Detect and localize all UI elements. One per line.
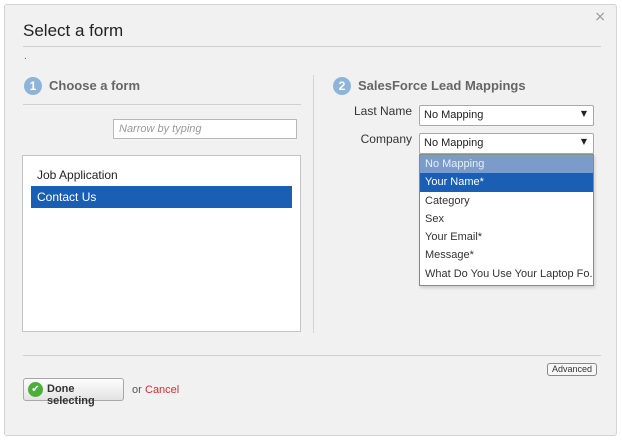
- mapping-label-company: Company: [360, 132, 412, 146]
- dropdown-option[interactable]: Your Email*: [420, 228, 593, 246]
- or-text: or: [132, 384, 142, 396]
- title-divider: [23, 46, 601, 47]
- form-list: Job Application Contact Us: [22, 155, 301, 332]
- step-2-badge: 2: [333, 77, 351, 95]
- dropdown-option-highlighted[interactable]: Your Name*: [420, 173, 593, 192]
- select-form-dialog: × Select a form . 1 Choose a form Narrow…: [4, 4, 617, 436]
- step-1-badge: 1: [24, 77, 42, 95]
- check-circle-icon: ✔: [28, 382, 43, 397]
- step-2-title: SalesForce Lead Mappings: [358, 78, 526, 93]
- footer-divider: [23, 355, 601, 356]
- form-item-contact-us[interactable]: Contact Us: [31, 186, 292, 208]
- dropdown-option[interactable]: Sex: [420, 210, 593, 228]
- vertical-divider: [313, 75, 314, 333]
- narrow-search-input[interactable]: Narrow by typing: [113, 119, 297, 139]
- mapping-label-last-name: Last Name: [353, 104, 412, 118]
- last-name-mapping-value: No Mapping: [424, 109, 484, 121]
- close-icon[interactable]: ×: [594, 9, 606, 25]
- dot-text: .: [24, 51, 27, 62]
- company-mapping-dropdown: No Mapping Your Name* Category Sex Your …: [419, 154, 594, 286]
- triangle-down-icon: ▼: [580, 109, 587, 118]
- step-1-title: Choose a form: [49, 78, 141, 93]
- company-mapping-value: No Mapping: [424, 137, 484, 149]
- dropdown-option[interactable]: Category: [420, 192, 593, 210]
- form-item-job-application[interactable]: Job Application: [31, 164, 292, 186]
- dropdown-option[interactable]: No Mapping: [420, 155, 593, 174]
- cancel-link[interactable]: Cancel: [145, 384, 179, 396]
- dropdown-option[interactable]: What Do You Use Your Laptop Fo...: [420, 265, 593, 283]
- company-mapping-select[interactable]: No Mapping ▼: [419, 133, 594, 154]
- last-name-mapping-select[interactable]: No Mapping ▼: [419, 105, 594, 126]
- step-1-divider: [23, 104, 301, 105]
- done-selecting-button[interactable]: ✔ Done selecting: [23, 378, 124, 407]
- dropdown-option[interactable]: Message*: [420, 246, 593, 264]
- dialog-title: Select a form: [23, 21, 124, 40]
- triangle-down-icon: ▼: [580, 137, 587, 146]
- done-selecting-label: Done selecting: [47, 383, 95, 407]
- advanced-button[interactable]: Advanced: [547, 363, 597, 376]
